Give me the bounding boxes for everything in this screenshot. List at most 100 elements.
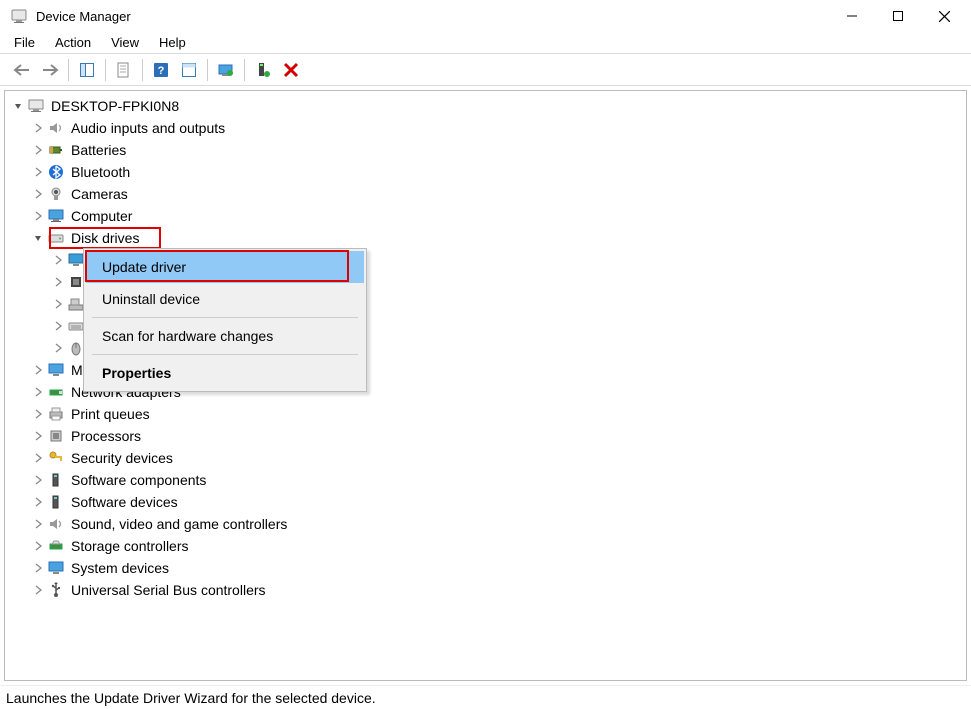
tree-item-label: Software components: [71, 470, 206, 491]
tree-item-label: Security devices: [71, 448, 173, 469]
storage-icon: [47, 537, 65, 555]
chevron-right-icon[interactable]: [31, 407, 45, 421]
minimize-button[interactable]: [829, 0, 875, 32]
chevron-right-icon[interactable]: [31, 517, 45, 531]
chevron-right-icon[interactable]: [31, 165, 45, 179]
menu-help[interactable]: Help: [149, 33, 196, 52]
forward-button[interactable]: [38, 58, 62, 82]
chevron-right-icon[interactable]: [51, 253, 65, 267]
menu-action[interactable]: Action: [45, 33, 101, 52]
back-button[interactable]: [10, 58, 34, 82]
chevron-right-icon[interactable]: [31, 495, 45, 509]
chevron-right-icon[interactable]: [51, 341, 65, 355]
chevron-right-icon[interactable]: [31, 143, 45, 157]
tree-item-computer[interactable]: Computer: [7, 205, 964, 227]
tree-item-label: Batteries: [71, 140, 126, 161]
tree-item-label: Cameras: [71, 184, 128, 205]
tree-item-software-components[interactable]: Software components: [7, 469, 964, 491]
tree-item-audio[interactable]: Audio inputs and outputs: [7, 117, 964, 139]
context-menu-separator: [92, 354, 358, 355]
tree-item-security[interactable]: Security devices: [7, 447, 964, 469]
device-icon: [47, 493, 65, 511]
computer-icon: [27, 97, 45, 115]
chevron-right-icon[interactable]: [31, 561, 45, 575]
tree-item-print-queues[interactable]: Print queues: [7, 403, 964, 425]
chevron-right-icon[interactable]: [51, 275, 65, 289]
chevron-down-icon[interactable]: [31, 231, 45, 245]
monitor-icon: [47, 361, 65, 379]
close-button[interactable]: [921, 0, 967, 32]
context-menu-item-label: Scan for hardware changes: [102, 328, 273, 344]
tree-panel: DESKTOP-FPKI0N8 Audio inputs and outputs…: [4, 90, 967, 681]
properties-button[interactable]: [112, 58, 136, 82]
tree-item-label: Sound, video and game controllers: [71, 514, 287, 535]
context-menu-properties[interactable]: Properties: [86, 357, 364, 389]
chevron-right-icon[interactable]: [51, 297, 65, 311]
context-menu-scan[interactable]: Scan for hardware changes: [86, 320, 364, 352]
tree-item-label: Computer: [71, 206, 132, 227]
highlight-disk-drives: [49, 227, 161, 249]
action-button[interactable]: [177, 58, 201, 82]
context-menu-uninstall[interactable]: Uninstall device: [86, 283, 364, 315]
tree-root[interactable]: DESKTOP-FPKI0N8: [7, 95, 964, 117]
tree-item-system-devices[interactable]: System devices: [7, 557, 964, 579]
tree-item-usb-controllers[interactable]: Universal Serial Bus controllers: [7, 579, 964, 601]
maximize-button[interactable]: [875, 0, 921, 32]
chevron-right-icon[interactable]: [31, 429, 45, 443]
key-icon: [47, 449, 65, 467]
tree-item-label: Storage controllers: [71, 536, 189, 557]
svg-text:?: ?: [158, 65, 165, 77]
chevron-right-icon[interactable]: [31, 583, 45, 597]
bluetooth-icon: [47, 163, 65, 181]
cpu-icon: [47, 427, 65, 445]
chevron-right-icon[interactable]: [31, 363, 45, 377]
chevron-right-icon[interactable]: [31, 451, 45, 465]
printer-icon: [47, 405, 65, 423]
tree-item-label: Software devices: [71, 492, 178, 513]
chevron-right-icon[interactable]: [31, 539, 45, 553]
toolbar-separator: [244, 59, 245, 81]
update-driver-toolbar-button[interactable]: [214, 58, 238, 82]
window-title: Device Manager: [36, 9, 829, 24]
tree-item-sound-video[interactable]: Sound, video and game controllers: [7, 513, 964, 535]
help-button[interactable]: ?: [149, 58, 173, 82]
tree-item-label: System devices: [71, 558, 169, 579]
menu-file[interactable]: File: [4, 33, 45, 52]
tree-root-label: DESKTOP-FPKI0N8: [51, 96, 179, 117]
toolbar-separator: [68, 59, 69, 81]
chevron-right-icon[interactable]: [31, 187, 45, 201]
scan-button[interactable]: [251, 58, 275, 82]
tree-item-label: Print queues: [71, 404, 150, 425]
monitor-icon: [47, 207, 65, 225]
chevron-right-icon[interactable]: [31, 473, 45, 487]
tree-item-bluetooth[interactable]: Bluetooth: [7, 161, 964, 183]
tree-item-software-devices[interactable]: Software devices: [7, 491, 964, 513]
tree-item-label: Bluetooth: [71, 162, 130, 183]
tree-item-label: Processors: [71, 426, 141, 447]
chevron-right-icon[interactable]: [51, 319, 65, 333]
chevron-right-icon[interactable]: [31, 385, 45, 399]
system-icon: [47, 559, 65, 577]
title-bar: Device Manager: [0, 0, 971, 32]
tree-item-cameras[interactable]: Cameras: [7, 183, 964, 205]
component-icon: [47, 471, 65, 489]
tree-item-label: Universal Serial Bus controllers: [71, 580, 266, 601]
highlight-update-driver: [85, 250, 349, 282]
menu-view[interactable]: View: [101, 33, 149, 52]
speaker-icon: [47, 119, 65, 137]
status-bar: Launches the Update Driver Wizard for th…: [0, 685, 971, 709]
chevron-down-icon[interactable]: [11, 99, 25, 113]
chevron-right-icon[interactable]: [31, 121, 45, 135]
tree-item-processors[interactable]: Processors: [7, 425, 964, 447]
uninstall-button[interactable]: [279, 58, 303, 82]
chevron-right-icon[interactable]: [31, 209, 45, 223]
menu-bar: File Action View Help: [0, 32, 971, 54]
battery-icon: [47, 141, 65, 159]
show-hide-tree-button[interactable]: [75, 58, 99, 82]
usb-icon: [47, 581, 65, 599]
toolbar-separator: [142, 59, 143, 81]
tree-item-storage-controllers[interactable]: Storage controllers: [7, 535, 964, 557]
speaker-icon: [47, 515, 65, 533]
toolbar-separator: [207, 59, 208, 81]
tree-item-batteries[interactable]: Batteries: [7, 139, 964, 161]
